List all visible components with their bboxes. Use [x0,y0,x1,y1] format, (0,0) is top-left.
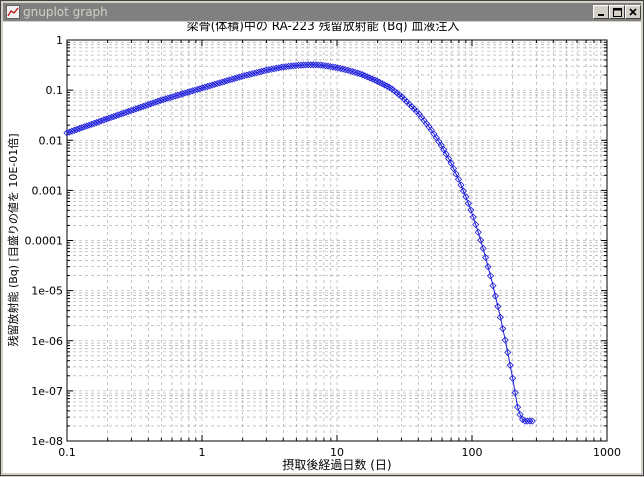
chart-svg: 0.1 1 10 100 1000 1e-081e-071e-061e-050.0001… [6,18,621,472]
plot-area: 0.1 1 10 100 1000 1e-08 1e-07 1e-06 1e-05 0.0001… [3,18,641,473]
chart-title: 梁骨(体積)中の RA-223 残留放射能 (Bq) 血液注入 [187,22,460,33]
y-tick-label: 1e-05 [31,285,63,298]
gnuplot-window: gnuplot graph 0.1 1 10 100 1000 1e-08 1e-07 1e… [0,0,644,476]
x-tick-label: 1 [199,446,206,459]
y-tick-label: 1e-07 [31,385,63,398]
gnuplot-app-icon [6,5,20,19]
minimize-icon [598,14,604,16]
close-icon [629,8,637,16]
maximize-button[interactable] [609,5,625,19]
y-tick-label: 0.001 [32,184,64,197]
x-tick-label: 100 [462,446,483,459]
y-tick-label: 0.01 [39,134,64,147]
title-bar[interactable]: gnuplot graph [3,3,641,21]
y-tick-label: 1e-06 [31,335,63,348]
y-axis-label: 残留放射能 (Bq) [目盛りの値を 10E-01倍] [6,133,20,346]
y-tick-labels: 1e-08 1e-07 1e-06 1e-05 0.0001 0.001 0.01 0.1 1 [25,34,64,448]
maximize-icon [612,7,622,17]
y-tick-label: 1e-08 [31,435,63,448]
window-title: gnuplot graph [23,5,108,19]
minimize-button[interactable] [593,5,609,19]
close-button[interactable] [625,5,641,19]
y-tick-label: 1 [56,34,63,47]
x-tick-label: 1000 [593,446,621,459]
x-axis-label: 摂取後経過日数 (日) [282,457,391,472]
y-tick-label: 0.0001 [25,235,64,248]
y-tick-label: 0.1 [46,84,64,97]
